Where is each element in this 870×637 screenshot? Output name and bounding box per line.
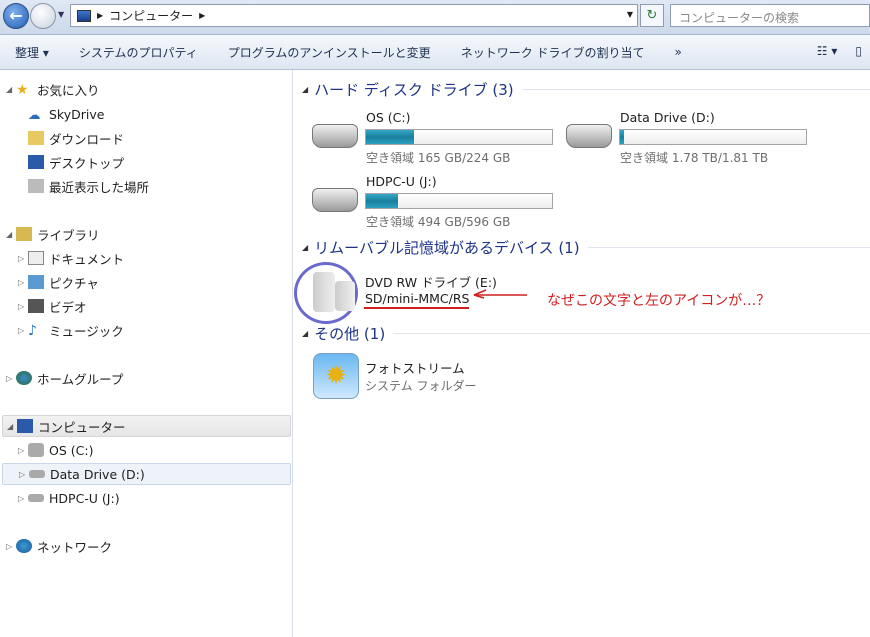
- collapsed-icon[interactable]: ▷: [19, 470, 29, 479]
- nav-downloads[interactable]: ダウンロード: [28, 127, 124, 149]
- removable-device-icon: [313, 272, 335, 312]
- address-input[interactable]: ▶ コンピューター ▶ ▼: [70, 4, 638, 27]
- nav-libraries[interactable]: ◢ ライブラリ: [6, 223, 100, 245]
- expanded-icon[interactable]: ◢: [302, 243, 308, 252]
- dvd-drive-sub: SD/mini-MMC/RS: [365, 291, 470, 306]
- library-icon: [16, 227, 32, 241]
- photo-stream-name[interactable]: フォトストリーム: [365, 358, 465, 377]
- hard-drive-icon: [312, 188, 358, 212]
- collapsed-icon[interactable]: ▷: [18, 254, 28, 263]
- video-icon: [28, 299, 44, 313]
- computer-icon: [77, 9, 91, 22]
- search-input[interactable]: コンピューターの検索: [670, 4, 870, 27]
- nav-drive-j[interactable]: ▷ HDPC-U (J:): [18, 487, 120, 509]
- nav-drive-c[interactable]: ▷ OS (C:): [18, 439, 93, 461]
- address-dropdown-icon[interactable]: ▼: [627, 10, 633, 19]
- drive-icon: [29, 470, 45, 478]
- nav-drive-d[interactable]: ▷ Data Drive (D:): [2, 463, 291, 485]
- annotation-text: なぜこの文字と左のアイコンが…？: [547, 293, 771, 309]
- chevron-right-icon[interactable]: ▶: [97, 11, 103, 20]
- drive-icon: [28, 494, 44, 502]
- expanded-icon[interactable]: ◢: [6, 230, 16, 239]
- folder-icon: [28, 131, 44, 145]
- homegroup-icon: [16, 371, 32, 385]
- windows-drive-icon: [312, 124, 358, 148]
- expanded-icon[interactable]: ◢: [302, 329, 308, 338]
- collapsed-icon[interactable]: ▷: [18, 302, 28, 311]
- uninstall-program-button[interactable]: プログラムのアンインストールと変更: [213, 44, 446, 61]
- group-header-other[interactable]: ◢ その他 (1): [302, 323, 870, 344]
- document-icon: [28, 251, 44, 265]
- usage-fill: [620, 130, 624, 144]
- expanded-icon[interactable]: ◢: [302, 85, 308, 94]
- drive-icon: [28, 443, 44, 457]
- organize-button[interactable]: 整理 ▾: [0, 44, 64, 61]
- nav-computer[interactable]: ◢ コンピューター: [2, 415, 291, 437]
- breadcrumb-computer[interactable]: コンピューター: [109, 7, 193, 24]
- group-header-removable[interactable]: ◢ リムーバブル記憶域があるデバイス (1): [302, 237, 870, 258]
- back-button[interactable]: ←: [3, 3, 29, 29]
- usage-bar: [365, 129, 553, 145]
- address-bar-area: ← ▼ ▶ コンピューター ▶ ▼ ↻ コンピューターの検索: [0, 0, 870, 34]
- map-network-drive-button[interactable]: ネットワーク ドライブの割り当て: [446, 44, 660, 61]
- system-properties-button[interactable]: システムのプロパティ: [64, 44, 213, 61]
- cloud-icon: ☁: [28, 107, 41, 122]
- nav-documents[interactable]: ▷ ドキュメント: [18, 247, 124, 269]
- content-pane: ◢ ハード ディスク ドライブ (3) OS (C:) 空き領域 165 GB/2…: [294, 70, 870, 637]
- nav-music[interactable]: ▷ ♪ ミュージック: [18, 319, 124, 341]
- collapsed-icon[interactable]: ▷: [18, 494, 28, 503]
- drive-c[interactable]: OS (C:) 空き領域 165 GB/224 GB: [312, 110, 562, 168]
- drive-j[interactable]: HDPC-U (J:) 空き領域 494 GB/596 GB: [312, 174, 562, 232]
- divider: [521, 89, 870, 90]
- drive-d[interactable]: Data Drive (D:) 空き領域 1.78 TB/1.81 TB: [566, 110, 816, 168]
- divider: [587, 247, 870, 248]
- collapsed-icon[interactable]: ▷: [18, 326, 28, 335]
- network-icon: [16, 539, 32, 553]
- more-commands-button[interactable]: »: [660, 45, 697, 59]
- refresh-button[interactable]: ↻: [640, 4, 664, 27]
- expanded-icon[interactable]: ◢: [6, 85, 16, 94]
- usage-fill: [366, 130, 415, 144]
- nav-videos[interactable]: ▷ ビデオ: [18, 295, 87, 317]
- memory-card-icon: [335, 281, 355, 311]
- collapsed-icon[interactable]: ▷: [18, 446, 28, 455]
- command-bar: 整理 ▾ システムのプロパティ プログラムのアンインストールと変更 ネットワーク…: [0, 34, 870, 70]
- history-dropdown-icon[interactable]: ▼: [58, 10, 64, 19]
- divider: [393, 333, 870, 334]
- nav-favorites[interactable]: ◢ ★ お気に入り: [6, 78, 100, 100]
- nav-homegroup[interactable]: ▷ ホームグループ: [6, 367, 123, 389]
- photo-stream-sub: システム フォルダー: [365, 379, 477, 393]
- annotation-arrow: [473, 289, 527, 299]
- usage-fill: [366, 194, 398, 208]
- usage-bar: [365, 193, 553, 209]
- group-header-hdd[interactable]: ◢ ハード ディスク ドライブ (3): [302, 79, 870, 100]
- music-icon: ♪: [28, 323, 37, 339]
- expanded-icon[interactable]: ◢: [7, 422, 17, 431]
- annotation-underline: [364, 307, 469, 309]
- navigation-pane: ◢ ★ お気に入り ☁ SkyDrive ダウンロード デスクトップ 最近表示した場所…: [0, 70, 293, 637]
- hard-drive-icon: [566, 124, 612, 148]
- recent-places-icon: [28, 179, 44, 193]
- nav-skydrive[interactable]: ☁ SkyDrive: [28, 103, 104, 125]
- picture-icon: [28, 275, 44, 289]
- forward-button[interactable]: [30, 3, 56, 29]
- nav-desktop[interactable]: デスクトップ: [28, 151, 124, 173]
- computer-icon: [17, 419, 33, 433]
- usage-bar: [619, 129, 807, 145]
- collapsed-icon[interactable]: ▷: [6, 542, 16, 551]
- nav-pictures[interactable]: ▷ ピクチャ: [18, 271, 99, 293]
- nav-recent[interactable]: 最近表示した場所: [28, 175, 149, 197]
- photo-stream-icon: ✹: [313, 353, 359, 399]
- star-icon: ★: [16, 82, 29, 98]
- nav-network[interactable]: ▷ ネットワーク: [6, 535, 112, 557]
- preview-pane-icon[interactable]: ▯: [855, 44, 862, 58]
- collapsed-icon[interactable]: ▷: [6, 374, 16, 383]
- desktop-icon: [28, 155, 44, 169]
- chevron-right-icon[interactable]: ▶: [199, 11, 205, 20]
- collapsed-icon[interactable]: ▷: [18, 278, 28, 287]
- view-options-icon[interactable]: ☷ ▾: [817, 44, 838, 58]
